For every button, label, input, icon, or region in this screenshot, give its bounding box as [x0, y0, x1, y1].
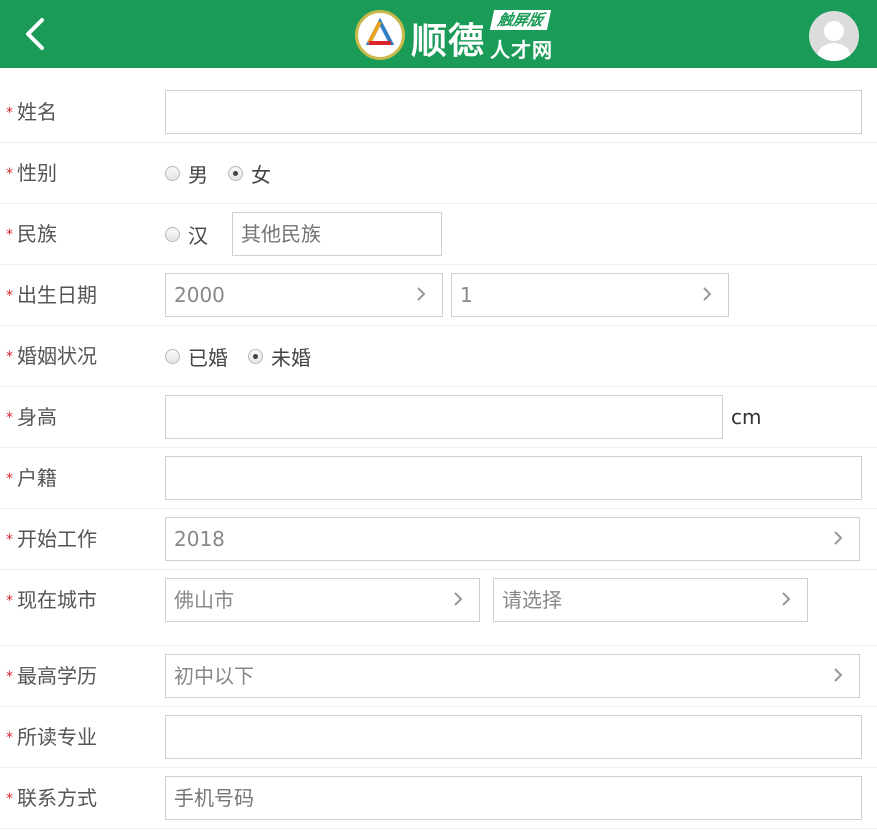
- chevron-right-icon: [782, 592, 791, 606]
- logo-badge: 触屏版: [489, 10, 552, 30]
- height-field[interactable]: [165, 395, 723, 439]
- radio-label: 女: [251, 163, 271, 187]
- gender-male-radio[interactable]: 男: [165, 159, 208, 188]
- label-work-start: 开始工作: [17, 527, 97, 551]
- row-contact: * 联系方式: [0, 768, 877, 829]
- user-icon: [817, 21, 851, 61]
- select-value: 2018: [174, 527, 225, 551]
- hukou-input[interactable]: [174, 457, 861, 499]
- major-input[interactable]: [174, 716, 861, 758]
- label-gender: 性别: [17, 161, 57, 185]
- row-birth: * 出生日期 2000 1: [0, 265, 877, 326]
- row-gender: * 性别 男 女: [0, 143, 877, 204]
- name-field[interactable]: [165, 90, 862, 134]
- height-input[interactable]: [174, 396, 722, 438]
- logo-name: 顺德: [411, 21, 486, 62]
- required-mark: *: [6, 669, 13, 685]
- label-marital: 婚姻状况: [17, 344, 97, 368]
- select-value: 请选择: [502, 588, 562, 612]
- resume-form: *姓名 *性别 男 女 *民族 汉 *出生日期 2000 1 *婚姻状况 已婚: [0, 82, 877, 829]
- birth-year-select[interactable]: 2000: [165, 273, 443, 317]
- height-unit: cm: [731, 405, 762, 429]
- label-education: 最高学历: [17, 664, 97, 688]
- label-ethnicity: 民族: [17, 222, 57, 246]
- logo-subtitle: 人才网: [490, 38, 553, 62]
- row-ethnicity: * 民族 汉: [0, 204, 877, 265]
- marital-married-radio[interactable]: 已婚: [165, 342, 228, 371]
- label-birth: 出生日期: [17, 283, 97, 307]
- row-major: * 所读专业: [0, 707, 877, 768]
- education-select[interactable]: 初中以下: [165, 654, 860, 698]
- row-hukou: * 户籍: [0, 448, 877, 509]
- radio-label: 男: [188, 163, 208, 187]
- radio-label: 未婚: [271, 346, 311, 370]
- name-input[interactable]: [174, 91, 861, 133]
- chevron-right-icon: [834, 531, 843, 545]
- radio-unchecked-icon: [165, 349, 180, 364]
- app-header: 顺德 触屏版 人才网: [0, 0, 877, 68]
- row-work-start: * 开始工作 2018: [0, 509, 877, 570]
- other-ethnicity-field[interactable]: [232, 212, 442, 256]
- required-mark: *: [6, 105, 13, 121]
- required-mark: *: [6, 593, 13, 609]
- major-field[interactable]: [165, 715, 862, 759]
- radio-checked-icon: [248, 349, 263, 364]
- required-mark: *: [6, 791, 13, 807]
- logo-emblem-icon: [355, 10, 405, 60]
- label-major: 所读专业: [17, 725, 97, 749]
- required-mark: *: [6, 730, 13, 746]
- marital-single-radio[interactable]: 未婚: [248, 342, 311, 371]
- required-mark: *: [6, 532, 13, 548]
- other-ethnicity-input[interactable]: [241, 213, 441, 255]
- hukou-field[interactable]: [165, 456, 862, 500]
- city-select[interactable]: 佛山市: [165, 578, 480, 622]
- row-height: * 身高 cm: [0, 387, 877, 448]
- back-icon[interactable]: [18, 14, 58, 54]
- label-name: 姓名: [17, 100, 57, 124]
- row-city: * 现在城市 佛山市 请选择: [0, 570, 877, 646]
- birth-month-select[interactable]: 1: [451, 273, 729, 317]
- select-value: 佛山市: [174, 588, 234, 612]
- gender-female-radio[interactable]: 女: [228, 159, 271, 188]
- required-mark: *: [6, 166, 13, 182]
- district-select[interactable]: 请选择: [493, 578, 808, 622]
- label-city: 现在城市: [17, 588, 97, 612]
- phone-input[interactable]: [174, 777, 861, 819]
- required-mark: *: [6, 288, 13, 304]
- required-mark: *: [6, 471, 13, 487]
- select-value: 1: [460, 283, 473, 307]
- label-contact: 联系方式: [17, 786, 97, 810]
- select-value: 2000: [174, 283, 225, 307]
- chevron-right-icon: [454, 592, 463, 606]
- radio-label: 汉: [188, 224, 208, 248]
- chevron-right-icon: [703, 287, 712, 301]
- contact-field[interactable]: [165, 776, 862, 820]
- radio-label: 已婚: [188, 346, 228, 370]
- marital-radio-group: 已婚 未婚: [165, 326, 331, 387]
- ethnicity-radio-group: 汉: [165, 204, 228, 265]
- chevron-right-icon: [834, 668, 843, 682]
- select-value: 初中以下: [174, 664, 254, 688]
- row-education: * 最高学历 初中以下: [0, 646, 877, 707]
- chevron-right-icon: [417, 287, 426, 301]
- required-mark: *: [6, 227, 13, 243]
- label-hukou: 户籍: [17, 466, 57, 490]
- avatar[interactable]: [809, 11, 859, 61]
- row-marital: * 婚姻状况 已婚 未婚: [0, 326, 877, 387]
- radio-unchecked-icon: [165, 227, 180, 242]
- work-start-select[interactable]: 2018: [165, 517, 860, 561]
- required-mark: *: [6, 410, 13, 426]
- radio-unchecked-icon: [165, 166, 180, 181]
- site-logo[interactable]: 顺德 触屏版 人才网: [355, 8, 565, 62]
- row-name: * 姓名: [0, 82, 877, 143]
- radio-checked-icon: [228, 166, 243, 181]
- label-height: 身高: [17, 405, 57, 429]
- ethnicity-han-radio[interactable]: 汉: [165, 220, 208, 249]
- required-mark: *: [6, 349, 13, 365]
- gender-radio-group: 男 女: [165, 143, 291, 204]
